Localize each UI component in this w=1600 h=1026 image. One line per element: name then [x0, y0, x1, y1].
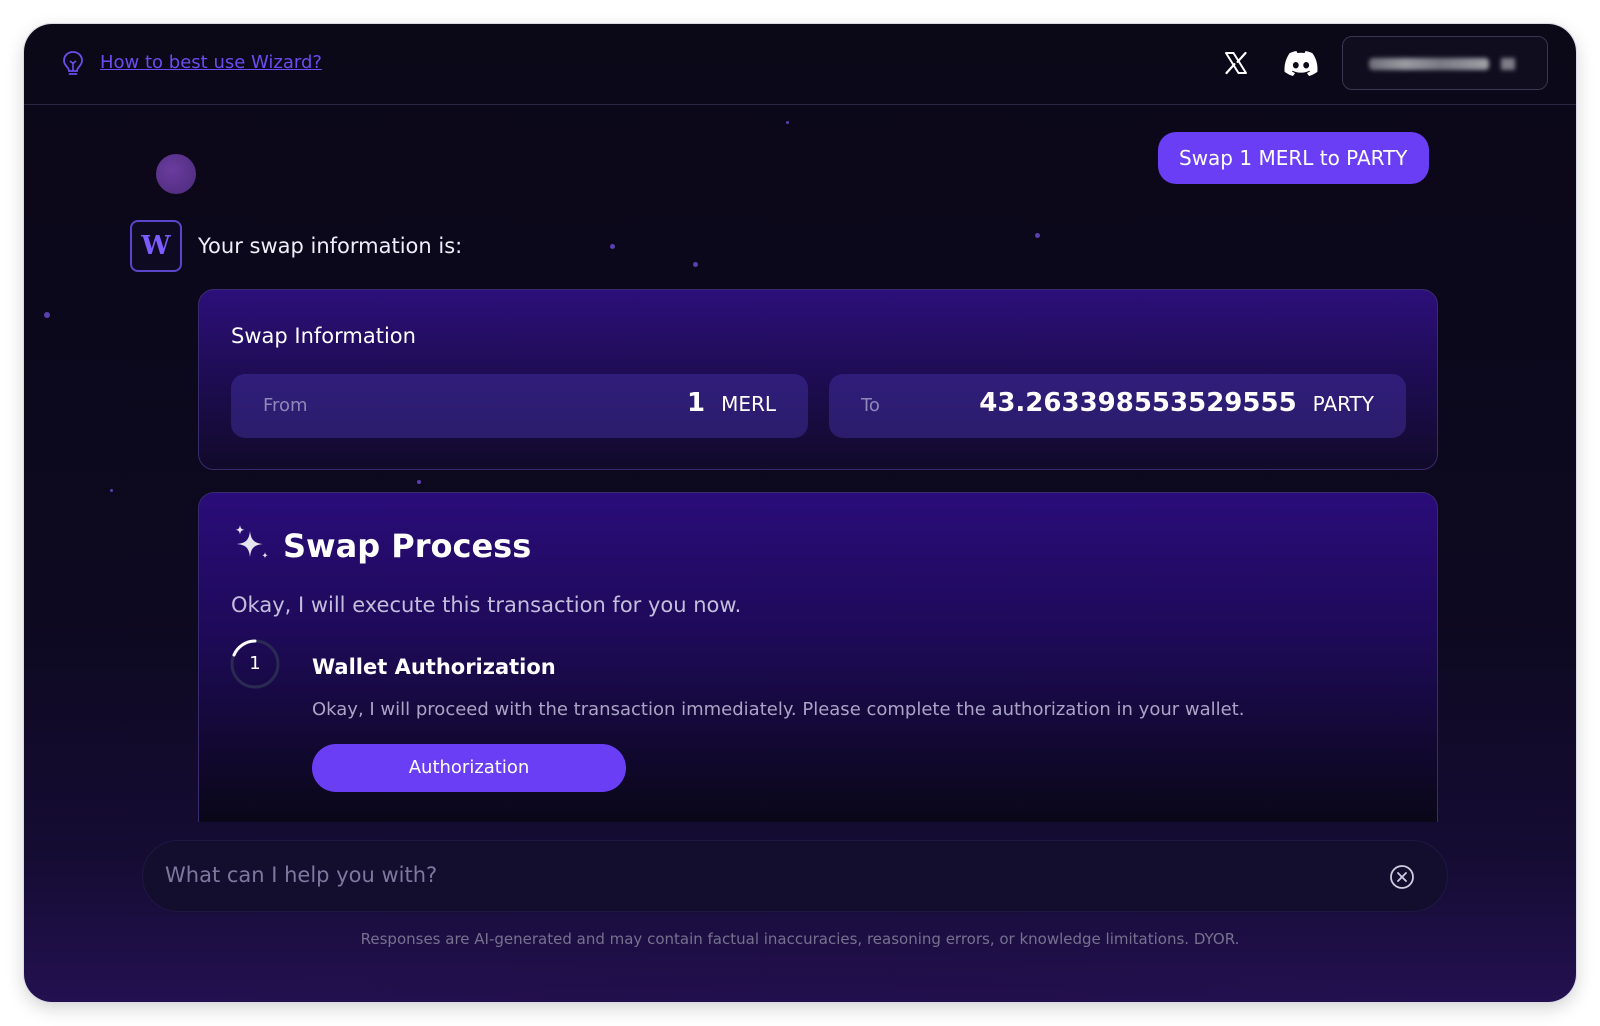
- swap-information-title: Swap Information: [231, 324, 416, 348]
- user-message-bubble: Swap 1 MERL to PARTY: [1158, 132, 1429, 184]
- bot-avatar-letter: W: [141, 231, 171, 261]
- swap-to-field: To 43.263398553529555 PARTY: [829, 374, 1406, 438]
- from-label: From: [263, 395, 308, 416]
- swap-process-title: Swap Process: [283, 527, 532, 565]
- top-bar: How to best use Wizard?: [24, 24, 1576, 105]
- lightbulb-icon: [63, 51, 83, 75]
- app-window: How to best use Wizard? Swap 1 MERL to P…: [24, 24, 1576, 1002]
- swap-from-field: From 1 MERL: [231, 374, 808, 438]
- bot-avatar: W: [130, 220, 182, 272]
- background-star: [417, 480, 421, 484]
- chat-input-placeholder[interactable]: What can I help you with?: [165, 863, 437, 887]
- from-token: MERL: [721, 392, 776, 416]
- background-star: [610, 244, 615, 249]
- bot-intro-text: Your swap information is:: [198, 234, 463, 258]
- wallet-connect-button[interactable]: [1342, 36, 1548, 90]
- from-amount: 1: [686, 388, 706, 418]
- x-icon[interactable]: [1224, 51, 1248, 75]
- help-link[interactable]: How to best use Wizard?: [100, 52, 322, 73]
- swap-process-text: Okay, I will execute this transaction fo…: [231, 593, 742, 617]
- sparkle-icon: [235, 525, 268, 559]
- ai-disclaimer: Responses are AI-generated and may conta…: [360, 930, 1240, 948]
- to-label: To: [861, 395, 880, 416]
- close-circle-icon[interactable]: [1389, 864, 1415, 890]
- wallet-address-redacted: [1501, 58, 1515, 70]
- background-star: [1035, 233, 1040, 238]
- wallet-address-redacted: [1369, 58, 1489, 70]
- step-number: 1: [249, 653, 261, 674]
- chat-input[interactable]: What can I help you with?: [142, 840, 1448, 912]
- to-token: PARTY: [1312, 392, 1374, 416]
- background-star: [110, 489, 113, 492]
- step-title: Wallet Authorization: [312, 655, 556, 679]
- discord-icon[interactable]: [1284, 50, 1318, 76]
- swap-information-card: Swap Information From 1 MERL To 43.26339…: [198, 289, 1438, 470]
- authorization-button[interactable]: Authorization: [312, 744, 626, 792]
- to-amount: 43.263398553529555: [979, 388, 1297, 418]
- loading-orb: [156, 154, 196, 194]
- background-star: [786, 121, 789, 124]
- swap-process-card: Swap Process Okay, I will execute this t…: [198, 492, 1438, 822]
- background-star: [693, 262, 698, 267]
- background-star: [44, 312, 50, 318]
- step-description: Okay, I will proceed with the transactio…: [312, 699, 1245, 720]
